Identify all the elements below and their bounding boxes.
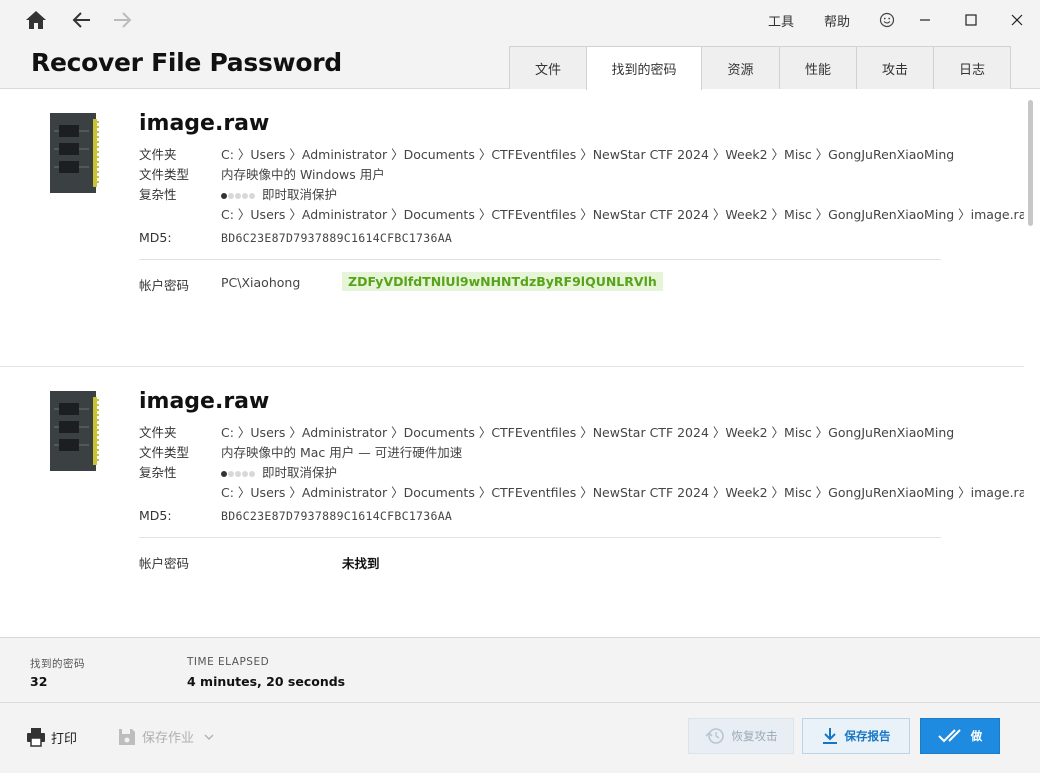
account-password-label: 帐户密码 xyxy=(139,556,190,571)
menu-tools[interactable]: 工具 xyxy=(768,11,794,30)
file-name: image.raw xyxy=(139,111,270,136)
folder-label: 文件夹 xyxy=(139,147,177,162)
double-check-icon xyxy=(938,729,961,743)
tab-performance[interactable]: 性能 xyxy=(779,46,857,89)
md5-label: MD5: xyxy=(139,230,172,245)
account-name: PC\Xiaohong xyxy=(221,275,301,290)
not-found-status: 未找到 xyxy=(342,556,380,571)
done-button[interactable]: 做 xyxy=(920,718,1000,754)
action-bar: 打印 保存作业 恢复攻击 保存报告 做 xyxy=(0,703,1040,773)
full-path: C: 〉Users 〉Administrator 〉Documents 〉CTF… xyxy=(221,207,1024,222)
chevron-down-icon xyxy=(204,734,214,740)
tab-bar: 文件 找到的密码 资源 性能 攻击 日志 xyxy=(509,46,1011,90)
time-elapsed-label: TIME ELAPSED xyxy=(187,656,270,668)
complexity-meter xyxy=(221,192,256,199)
folder-label: 文件夹 xyxy=(139,425,177,440)
tab-found-passwords[interactable]: 找到的密码 xyxy=(586,46,702,90)
resume-icon xyxy=(704,728,724,744)
complexity-meter xyxy=(221,470,256,477)
complexity-value: 即时取消保护 xyxy=(221,184,337,203)
save-job-button[interactable]: 保存作业 xyxy=(118,727,214,746)
file-type-label: 文件类型 xyxy=(139,167,190,182)
home-icon[interactable] xyxy=(24,8,48,32)
full-path: C: 〉Users 〉Administrator 〉Documents 〉CTF… xyxy=(221,485,1024,500)
account-password-label: 帐户密码 xyxy=(139,278,190,293)
floppy-disk-icon xyxy=(119,728,135,745)
save-job-label: 保存作业 xyxy=(142,731,195,746)
complexity-text: 即时取消保护 xyxy=(262,187,338,202)
print-label: 打印 xyxy=(51,731,78,747)
file-type-value: 内存映像中的 Mac 用户 — 可进行硬件加速 xyxy=(221,445,463,460)
divider xyxy=(139,537,941,538)
found-passwords-count: 32 xyxy=(30,674,48,689)
tab-attack[interactable]: 攻击 xyxy=(856,46,934,89)
forward-arrow-icon[interactable] xyxy=(110,8,134,32)
result-card: image.raw 文件夹 C: 〉Users 〉Administrator 〉… xyxy=(0,89,1024,367)
menu-help[interactable]: 帮助 xyxy=(824,11,850,30)
download-icon xyxy=(822,728,837,744)
folder-path: C: 〉Users 〉Administrator 〉Documents 〉CTF… xyxy=(221,425,955,440)
app-title: Recover File Password xyxy=(31,48,342,77)
md5-label: MD5: xyxy=(139,508,172,523)
result-card: image.raw 文件夹 C: 〉Users 〉Administrator 〉… xyxy=(0,367,1024,637)
window-controls: 工具 帮助 xyxy=(768,9,1040,31)
results-list: image.raw 文件夹 C: 〉Users 〉Administrator 〉… xyxy=(0,89,1024,637)
back-arrow-icon[interactable] xyxy=(70,8,94,32)
memory-chip-icon xyxy=(49,113,99,193)
smiley-icon[interactable] xyxy=(872,9,902,31)
complexity-text: 即时取消保护 xyxy=(262,465,338,480)
file-type-label: 文件类型 xyxy=(139,445,190,460)
tab-log[interactable]: 日志 xyxy=(933,46,1011,89)
tab-resources[interactable]: 资源 xyxy=(701,46,780,89)
resume-attack-label: 恢复攻击 xyxy=(731,729,778,743)
md5-value: BD6C23E87D7937889C1614CFBC1736AA xyxy=(221,509,453,523)
printer-icon xyxy=(27,728,45,747)
done-label: 做 xyxy=(970,729,983,743)
found-passwords-label: 找到的密码 xyxy=(30,658,85,670)
save-report-button[interactable]: 保存报告 xyxy=(802,718,910,754)
complexity-value: 即时取消保护 xyxy=(221,462,337,481)
scrollbar-thumb[interactable] xyxy=(1028,100,1033,226)
title-bar: 工具 帮助 Recover File Password 文件 找到的密码 资源 … xyxy=(0,0,1040,90)
complexity-label: 复杂性 xyxy=(139,465,177,480)
divider xyxy=(139,259,941,260)
save-report-label: 保存报告 xyxy=(844,729,891,743)
stats-bar: 找到的密码 32 TIME ELAPSED 4 minutes, 20 seco… xyxy=(0,637,1040,703)
close-icon[interactable] xyxy=(994,9,1040,31)
file-type-value: 内存映像中的 Windows 用户 xyxy=(221,167,385,182)
file-name: image.raw xyxy=(139,389,270,414)
md5-value: BD6C23E87D7937889C1614CFBC1736AA xyxy=(221,231,453,245)
resume-attack-button[interactable]: 恢复攻击 xyxy=(688,718,794,754)
time-elapsed-value: 4 minutes, 20 seconds xyxy=(187,674,346,689)
tab-files[interactable]: 文件 xyxy=(509,46,587,89)
print-button[interactable]: 打印 xyxy=(26,727,77,747)
complexity-label: 复杂性 xyxy=(139,187,177,202)
recovered-password[interactable]: ZDFyVDlfdTNlUl9wNHNTdzByRF9lQUNLRVlh xyxy=(342,272,663,291)
folder-path: C: 〉Users 〉Administrator 〉Documents 〉CTF… xyxy=(221,147,955,162)
maximize-icon[interactable] xyxy=(948,9,994,31)
minimize-icon[interactable] xyxy=(902,9,948,31)
memory-chip-icon xyxy=(49,391,99,471)
